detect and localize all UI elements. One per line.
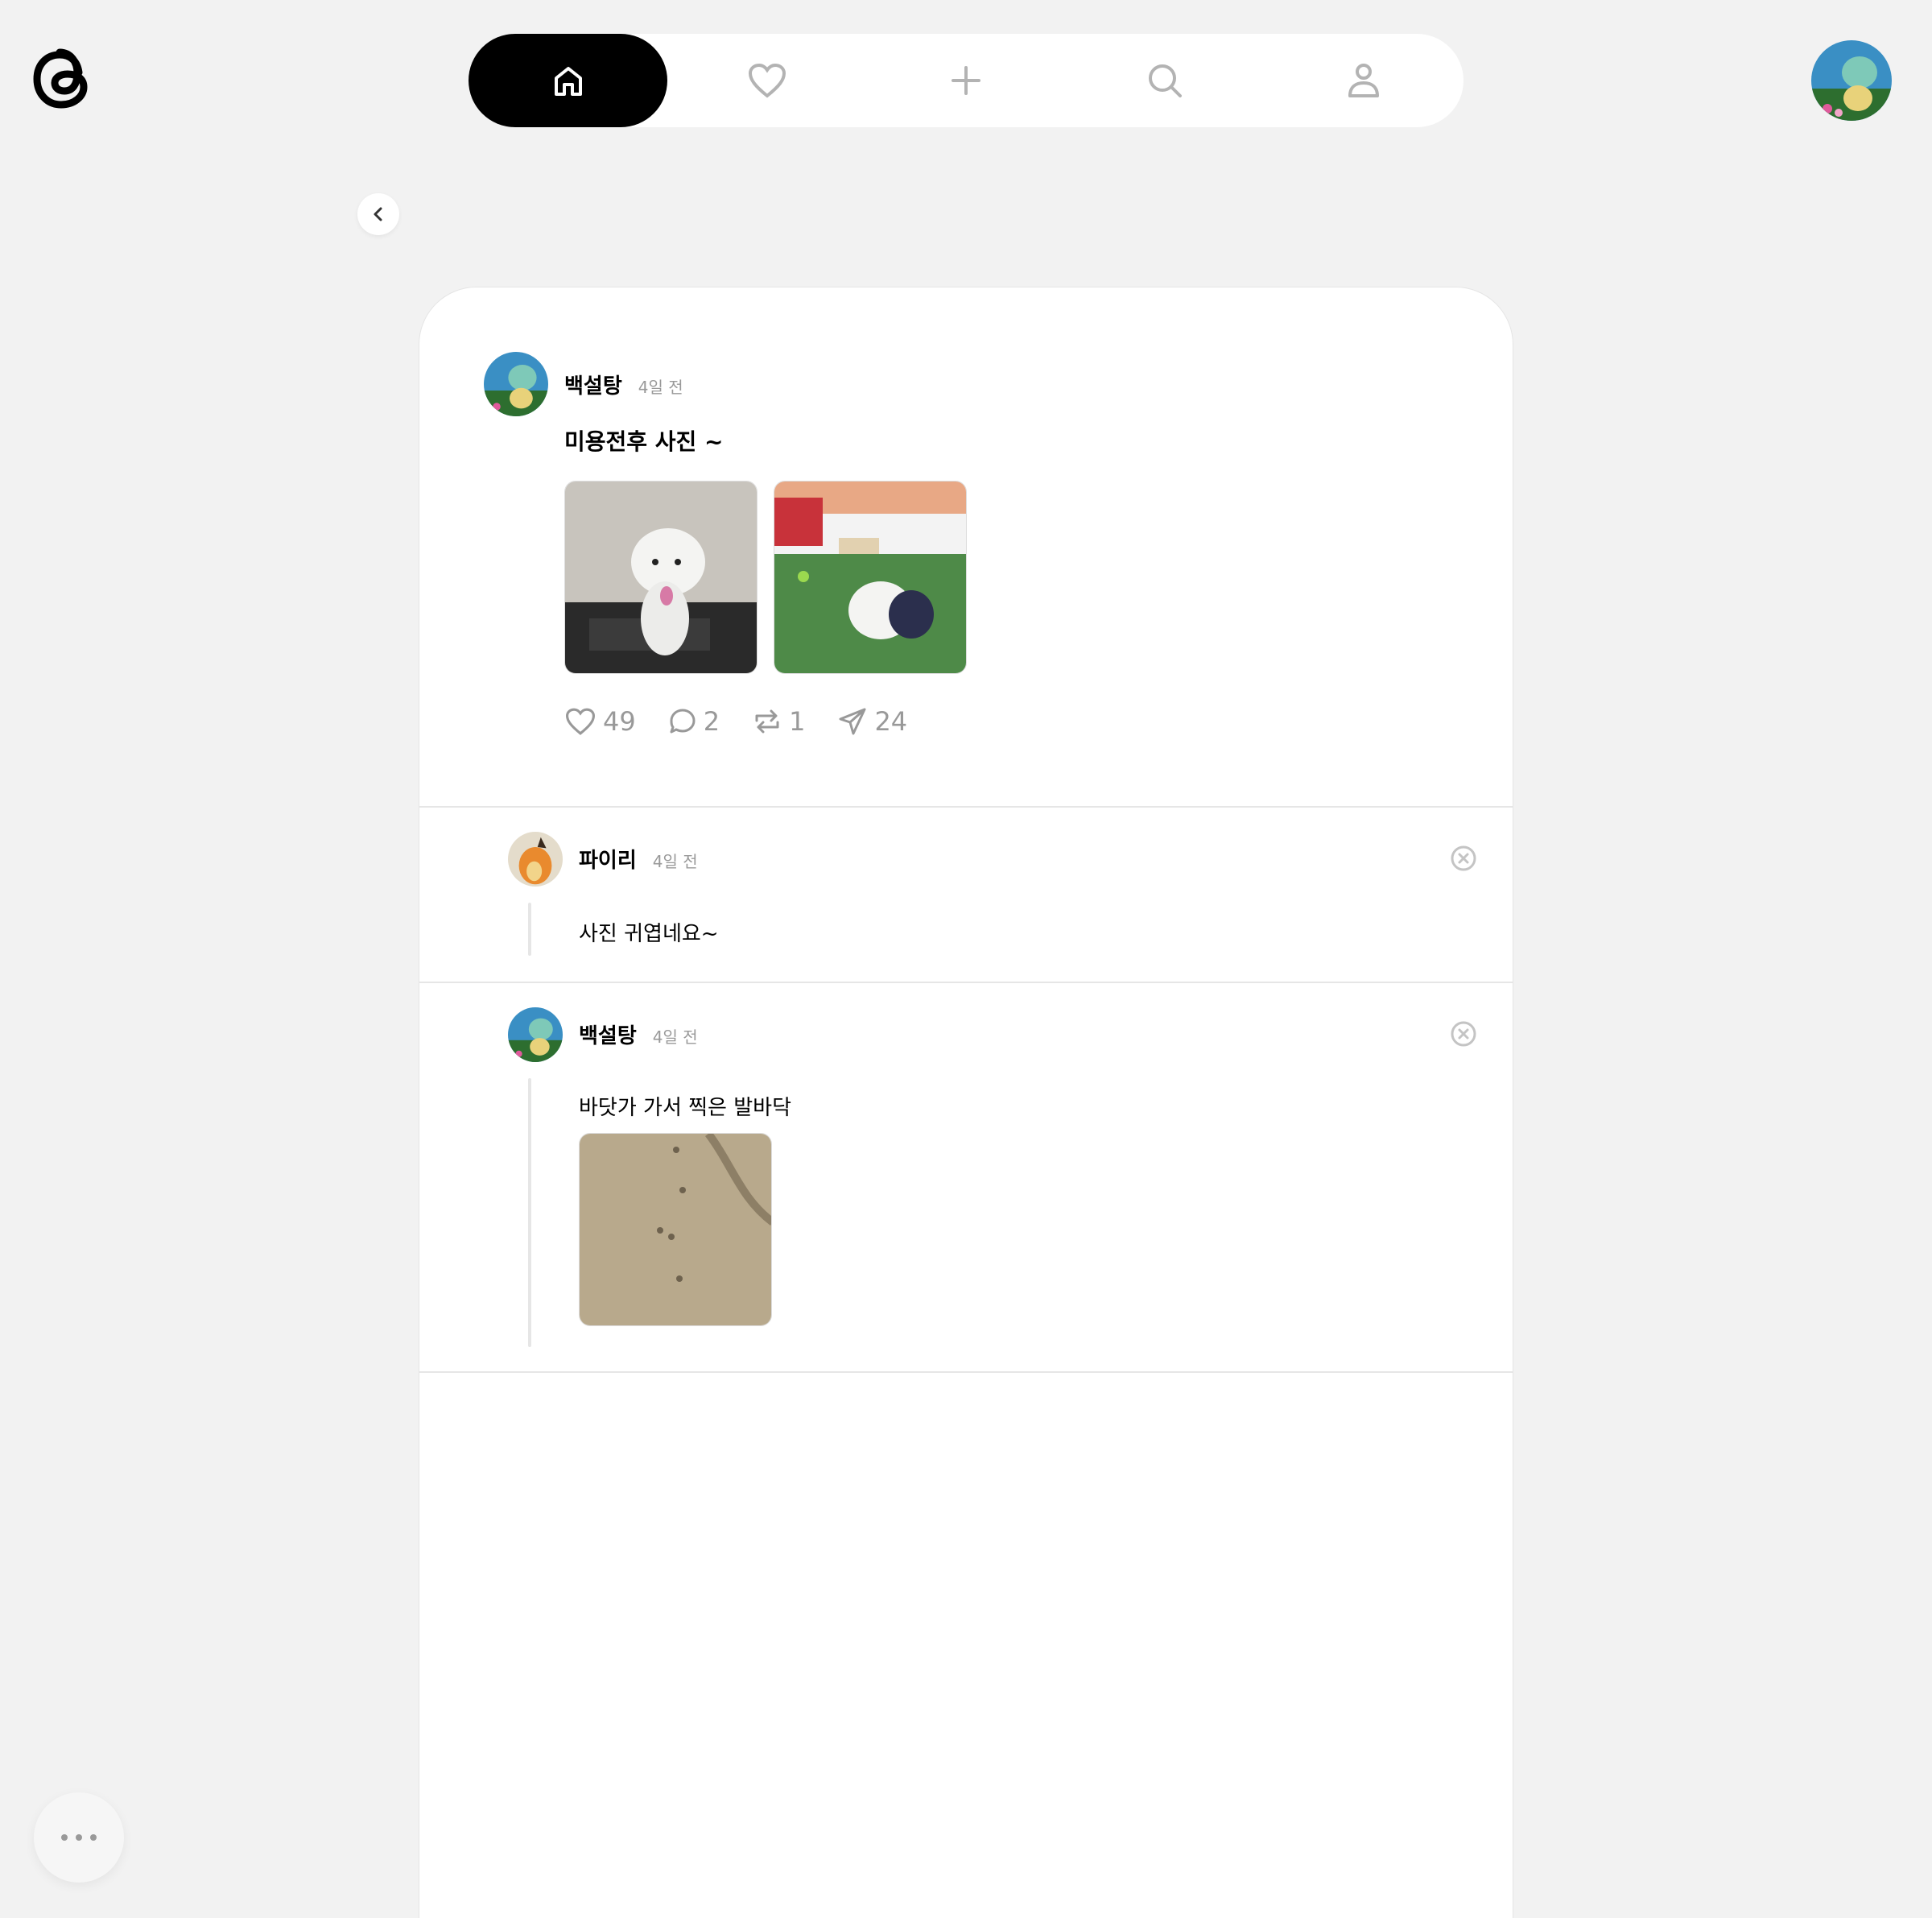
post-photo[interactable] <box>774 481 967 674</box>
reply-item: 파이리 4일 전 사진 귀엽네요~ <box>419 808 1513 983</box>
reply-photo[interactable] <box>579 1133 772 1326</box>
comment-icon <box>670 709 696 734</box>
share-count: 24 <box>874 706 908 737</box>
back-button[interactable] <box>357 193 399 235</box>
reply-timestamp: 4일 전 <box>652 1027 698 1047</box>
repost-icon <box>755 709 779 734</box>
nav-profile[interactable] <box>1265 34 1463 127</box>
repost-button[interactable]: 1 <box>752 706 805 737</box>
plus-icon <box>952 66 980 95</box>
avatar[interactable] <box>508 1007 563 1062</box>
comment-button[interactable]: 2 <box>668 706 720 737</box>
reply-header: 파이리 4일 전 <box>579 844 698 874</box>
close-circle-icon <box>1451 845 1476 871</box>
chevron-left-icon <box>374 207 382 221</box>
remove-reply-button[interactable] <box>1450 845 1477 872</box>
reply-timestamp: 4일 전 <box>652 852 698 871</box>
nav-activity[interactable] <box>667 34 866 127</box>
thread-line <box>528 1078 531 1347</box>
more-button[interactable] <box>34 1792 124 1883</box>
avatar[interactable] <box>484 352 548 416</box>
main-post: 백설탕 4일 전 미용전후 사진 ~ 49 2 1 24 <box>419 287 1513 808</box>
post-text: 미용전후 사진 ~ <box>564 428 724 455</box>
post-timestamp: 4일 전 <box>638 378 683 397</box>
main-nav <box>469 34 1463 127</box>
person-icon <box>1348 64 1380 97</box>
repost-count: 1 <box>789 706 806 737</box>
nav-search[interactable] <box>1066 34 1265 127</box>
like-button[interactable]: 49 <box>564 706 636 737</box>
avatar[interactable] <box>508 832 563 887</box>
reply-username[interactable]: 백설탕 <box>579 1019 637 1049</box>
close-circle-icon <box>1451 1021 1476 1047</box>
post-photos <box>564 481 967 674</box>
thread-line <box>528 903 531 956</box>
like-count: 49 <box>603 706 636 737</box>
heart-icon <box>565 708 596 735</box>
post-header: 백설탕 4일 전 <box>564 370 683 399</box>
search-icon <box>1149 64 1183 97</box>
heart-icon <box>748 63 786 98</box>
thread-card: 백설탕 4일 전 미용전후 사진 ~ 49 2 1 24 파이리 4일 전 사진… <box>419 287 1513 1918</box>
send-icon <box>839 708 866 735</box>
post-photo[interactable] <box>564 481 758 674</box>
reply-text: 바닷가 가서 찍은 발바닥 <box>579 1096 791 1120</box>
post-username[interactable]: 백설탕 <box>564 370 622 399</box>
share-button[interactable]: 24 <box>837 706 907 737</box>
comment-count: 2 <box>703 706 720 737</box>
home-icon <box>554 67 582 96</box>
more-horizontal-icon <box>61 1834 97 1841</box>
nav-create[interactable] <box>866 34 1065 127</box>
reply-header: 백설탕 4일 전 <box>579 1019 698 1049</box>
remove-reply-button[interactable] <box>1450 1020 1477 1048</box>
nav-home[interactable] <box>469 34 668 127</box>
reply-text: 사진 귀엽네요~ <box>579 922 719 946</box>
post-actions: 49 2 1 24 <box>564 706 939 737</box>
reply-username[interactable]: 파이리 <box>579 844 637 874</box>
threads-logo-icon[interactable] <box>29 40 97 118</box>
reply-item: 백설탕 4일 전 바닷가 가서 찍은 발바닥 <box>419 983 1513 1373</box>
user-avatar[interactable] <box>1811 40 1892 121</box>
